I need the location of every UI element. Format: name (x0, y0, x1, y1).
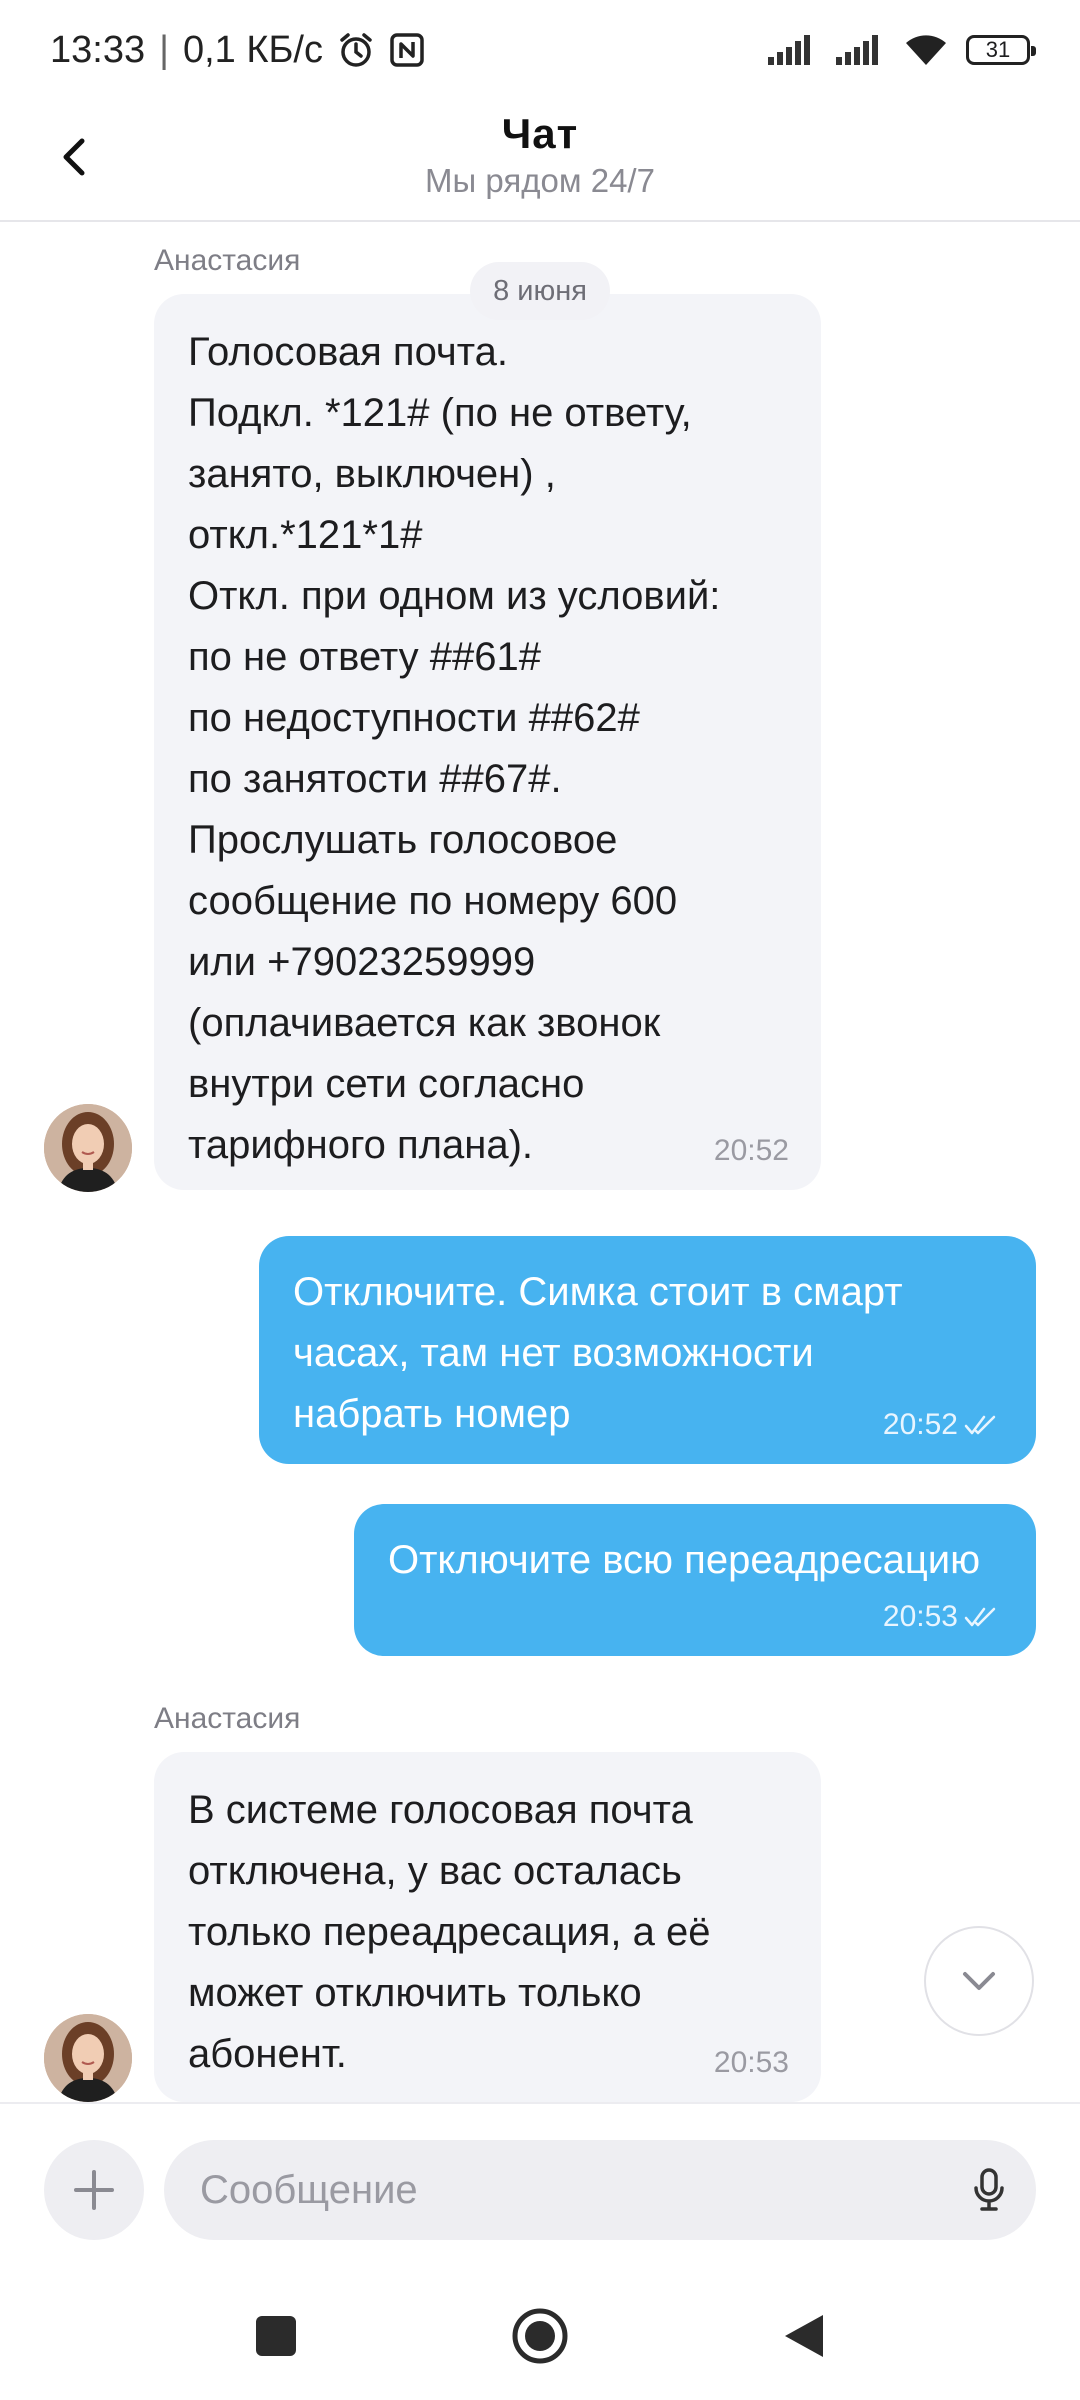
back-nav-button[interactable] (772, 2304, 836, 2368)
sender-name: Анастасия (154, 1702, 301, 1735)
message-time: 20:53 (882, 1600, 958, 1633)
message-time: 20:53 (713, 2046, 789, 2079)
message-input[interactable] (198, 2166, 972, 2214)
status-bar: 13:33 | 0,1 КБ/с 31 (0, 0, 1080, 100)
wifi-icon (904, 33, 948, 67)
page-subtitle: Мы рядом 24/7 (425, 162, 655, 199)
attach-button[interactable] (44, 2140, 144, 2240)
alarm-icon (337, 31, 375, 69)
status-bar-right: 31 (768, 33, 1036, 67)
double-check-icon (964, 1607, 996, 1627)
message-time: 20:52 (882, 1408, 958, 1441)
message-text: В системе голосовая почта отключена, у в… (188, 1788, 711, 2076)
status-bar-left: 13:33 | 0,1 КБ/с (50, 29, 425, 72)
circle-icon (512, 2308, 568, 2364)
page-title: Чат (501, 110, 579, 157)
message-list[interactable]: Анастасия Голосовая почта. Подкл. *121# … (0, 222, 1080, 2102)
message-bubble-outgoing[interactable]: Отключите. Симка стоит в смарт часах, та… (259, 1236, 1036, 1464)
signal-icon (836, 35, 886, 65)
battery-level: 31 (985, 37, 1011, 62)
home-button[interactable] (508, 2304, 572, 2368)
status-network-speed: 0,1 КБ/с (182, 28, 323, 71)
message-bubble-incoming[interactable]: Голосовая почта. Подкл. *121# (по не отв… (154, 294, 821, 1190)
square-icon (256, 2316, 296, 2356)
scroll-to-bottom-button[interactable] (924, 1926, 1034, 2036)
avatar[interactable] (44, 1104, 132, 1192)
message-text: Отключите всю переадресацию (388, 1538, 981, 1582)
recents-button[interactable] (244, 2304, 308, 2368)
avatar[interactable] (44, 2014, 132, 2102)
message-meta: 20:52 (883, 1408, 996, 1442)
double-check-icon (964, 1415, 996, 1435)
microphone-icon[interactable] (972, 2168, 1006, 2212)
message-composer (0, 2102, 1080, 2272)
battery-icon: 31 (966, 35, 1036, 65)
chat-header: Чат Мы рядом 24/7 (0, 100, 1080, 222)
message-input-container[interactable] (164, 2140, 1036, 2240)
date-separator: 8 июня (470, 262, 610, 320)
sender-name: Анастасия (154, 244, 301, 277)
message-time: 20:52 (713, 1134, 789, 1167)
triangle-icon (785, 2315, 823, 2357)
message-bubble-incoming[interactable]: В системе голосовая почта отключена, у в… (154, 1752, 821, 2102)
chevron-down-icon (963, 1972, 995, 1990)
signal-icon (768, 35, 818, 65)
system-nav-bar (0, 2272, 1080, 2400)
message-text: Голосовая почта. Подкл. *121# (по не отв… (188, 330, 721, 1167)
message-meta: 20:53 (883, 1600, 996, 1634)
nfc-icon (389, 32, 425, 68)
status-time: 13:33 (50, 28, 146, 71)
status-separator: | (159, 28, 169, 71)
message-bubble-outgoing[interactable]: Отключите всю переадресацию 20:53 (354, 1504, 1036, 1656)
plus-icon (74, 2170, 114, 2210)
